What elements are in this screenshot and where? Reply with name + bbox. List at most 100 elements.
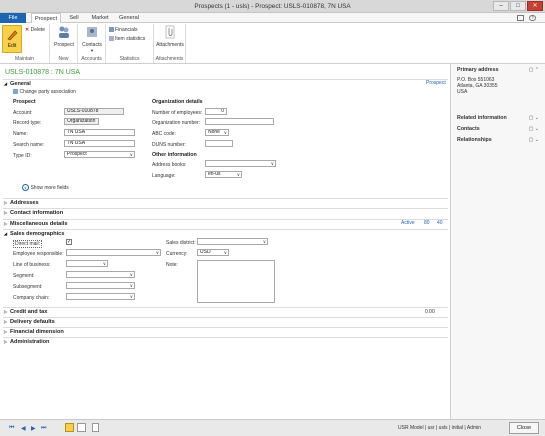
factbox-options-icon[interactable]: ▢ ⌄ [529,126,539,132]
primary-address-header[interactable]: Primary address [457,67,499,73]
section-contact-info-title: Contact information [10,210,64,216]
grid-view-icon[interactable] [77,423,86,432]
party-icon [13,89,18,95]
title-bar: Prospects (1 - usls) - Prospect: USLS-01… [0,0,545,13]
record-type-label: Record type: [13,120,42,126]
section-credit-title: Credit and tax [10,309,48,315]
type-id-select[interactable]: Prospect [64,151,135,158]
previous-record-icon[interactable]: ◀ [21,425,26,432]
edit-label: Edit [7,43,17,49]
status-bar: ⏮ ◀ ▶ ⏭ USR Model | usr | usls | initial… [0,419,545,436]
window-controls: – □ ✕ [493,1,543,11]
expand-circle-icon: ∨ [22,184,29,191]
line-of-business-select[interactable] [66,260,108,267]
address-books-select[interactable] [205,160,276,167]
close-window-button[interactable]: ✕ [527,1,543,11]
group-attachments-label: Attachments [155,56,184,62]
section-sales-demographics[interactable]: ◢ Sales demographics [3,229,448,237]
factbox-options-icon[interactable]: ▢ ⌃ [529,67,539,73]
show-more-button[interactable]: ∨ Show more fields [22,184,69,191]
help-icon[interactable]: ? [529,15,536,21]
duns-field[interactable] [205,140,233,147]
relationships-header[interactable]: Relationships [457,137,492,143]
subsegment-select[interactable] [66,282,135,289]
group-accounts-label: Accounts [81,56,102,62]
ribbon: Edit ✕ Delete Maintain Prospect New Cont… [0,23,545,64]
sales-district-select[interactable] [197,238,268,245]
delete-label: Delete [30,27,46,33]
financials-button[interactable]: Financials [109,27,138,33]
search-name-field[interactable]: 7N USA [64,140,135,147]
tab-general[interactable]: General [116,13,142,23]
item-statistics-button[interactable]: Item statistics [109,36,145,42]
edit-button[interactable]: Edit [2,25,22,53]
note-textarea[interactable] [197,260,275,303]
collapse-icon: ◢ [4,81,8,86]
minimize-button[interactable]: – [493,1,509,11]
employee-responsible-select[interactable] [66,249,161,256]
tab-file[interactable]: File [0,13,26,23]
segment-select[interactable] [66,271,135,278]
section-misc[interactable]: ▷ Miscellaneous details [3,219,448,227]
credit-summary-value: 0.00 [425,309,435,315]
section-addresses[interactable]: ▷ Addresses [3,198,448,206]
misc-value-1: 80 [424,220,430,226]
employee-responsible-label: Employee responsible: [13,251,64,257]
company-chain-select[interactable] [66,293,135,300]
name-field[interactable]: 7N USA [64,129,135,136]
tab-sell[interactable]: Sell [64,13,84,23]
search-name-label: Search name: [13,142,45,148]
change-party-button[interactable]: Change party association [13,89,76,95]
document-icon[interactable] [92,423,99,432]
section-administration[interactable]: ▷ Administration [3,337,448,345]
employees-field[interactable]: 0 [205,108,227,115]
section-addresses-title: Addresses [10,200,39,206]
account-field[interactable]: USLS-010878 [64,108,124,115]
delete-icon: ✕ [25,27,30,33]
financials-icon [109,27,114,33]
abc-code-select[interactable]: None [205,129,229,136]
expand-icon: ▷ [4,210,8,215]
tab-market[interactable]: Market [88,13,112,23]
first-record-icon[interactable]: ⏮ [9,425,14,432]
currency-select[interactable]: USD [197,249,229,256]
last-record-icon[interactable]: ⏭ [41,425,46,432]
maximize-button[interactable]: □ [510,1,526,11]
close-button[interactable]: Close [509,422,539,434]
window-layout-icon[interactable] [517,15,524,21]
factbox-pane: Primary address ▢ ⌃ P.O. Box 551063 Atla… [451,64,545,419]
account-label: Account: [13,110,33,116]
record-type-field[interactable]: Organization [64,118,99,125]
section-contact-info[interactable]: ▷ Contact information [3,208,448,216]
note-label: Note: [166,262,178,268]
address-books-label: Address books: [152,162,187,168]
direct-mail-checkbox[interactable]: ✓ [66,239,72,245]
section-delivery-defaults[interactable]: ▷ Delivery defaults [3,317,448,325]
section-credit-tax[interactable]: ▷ Credit and tax [3,307,448,315]
contacts-button[interactable]: Contacts ▼ [80,25,104,53]
delete-button[interactable]: ✕ Delete [25,27,45,33]
new-prospect-button[interactable]: Prospect [52,25,76,48]
section-general[interactable]: ◢ General [3,79,448,87]
attachments-button[interactable]: Attachments [155,25,185,48]
org-number-field[interactable] [205,118,274,125]
next-record-icon[interactable]: ▶ [31,425,36,432]
group-accounts: Contacts ▼ Accounts [78,24,106,63]
contacts-header[interactable]: Contacts [457,126,480,132]
ribbon-tabs: File Prospect Sell Market General ? [0,13,545,24]
prospect-link[interactable]: Prospect [426,80,446,86]
form-view-icon[interactable] [65,423,74,432]
factbox-options-icon[interactable]: ▢ ⌄ [529,115,539,121]
expand-icon: ▷ [4,221,8,226]
factbox-options-icon[interactable]: ▢ ⌄ [529,137,539,143]
section-financial-dimension[interactable]: ▷ Financial dimension [3,327,448,335]
related-info-header[interactable]: Related information [457,115,507,121]
sales-district-label: Sales district: [166,240,196,246]
language-select[interactable]: en-us [205,171,242,178]
expand-icon: ▷ [4,200,8,205]
statistics-icon [109,36,114,42]
change-party-label: Change party association [19,89,76,95]
attachments-button-label: Attachments [156,42,184,48]
subsegment-label: Subsegment: [13,284,43,290]
expand-icon: ▷ [4,339,8,344]
